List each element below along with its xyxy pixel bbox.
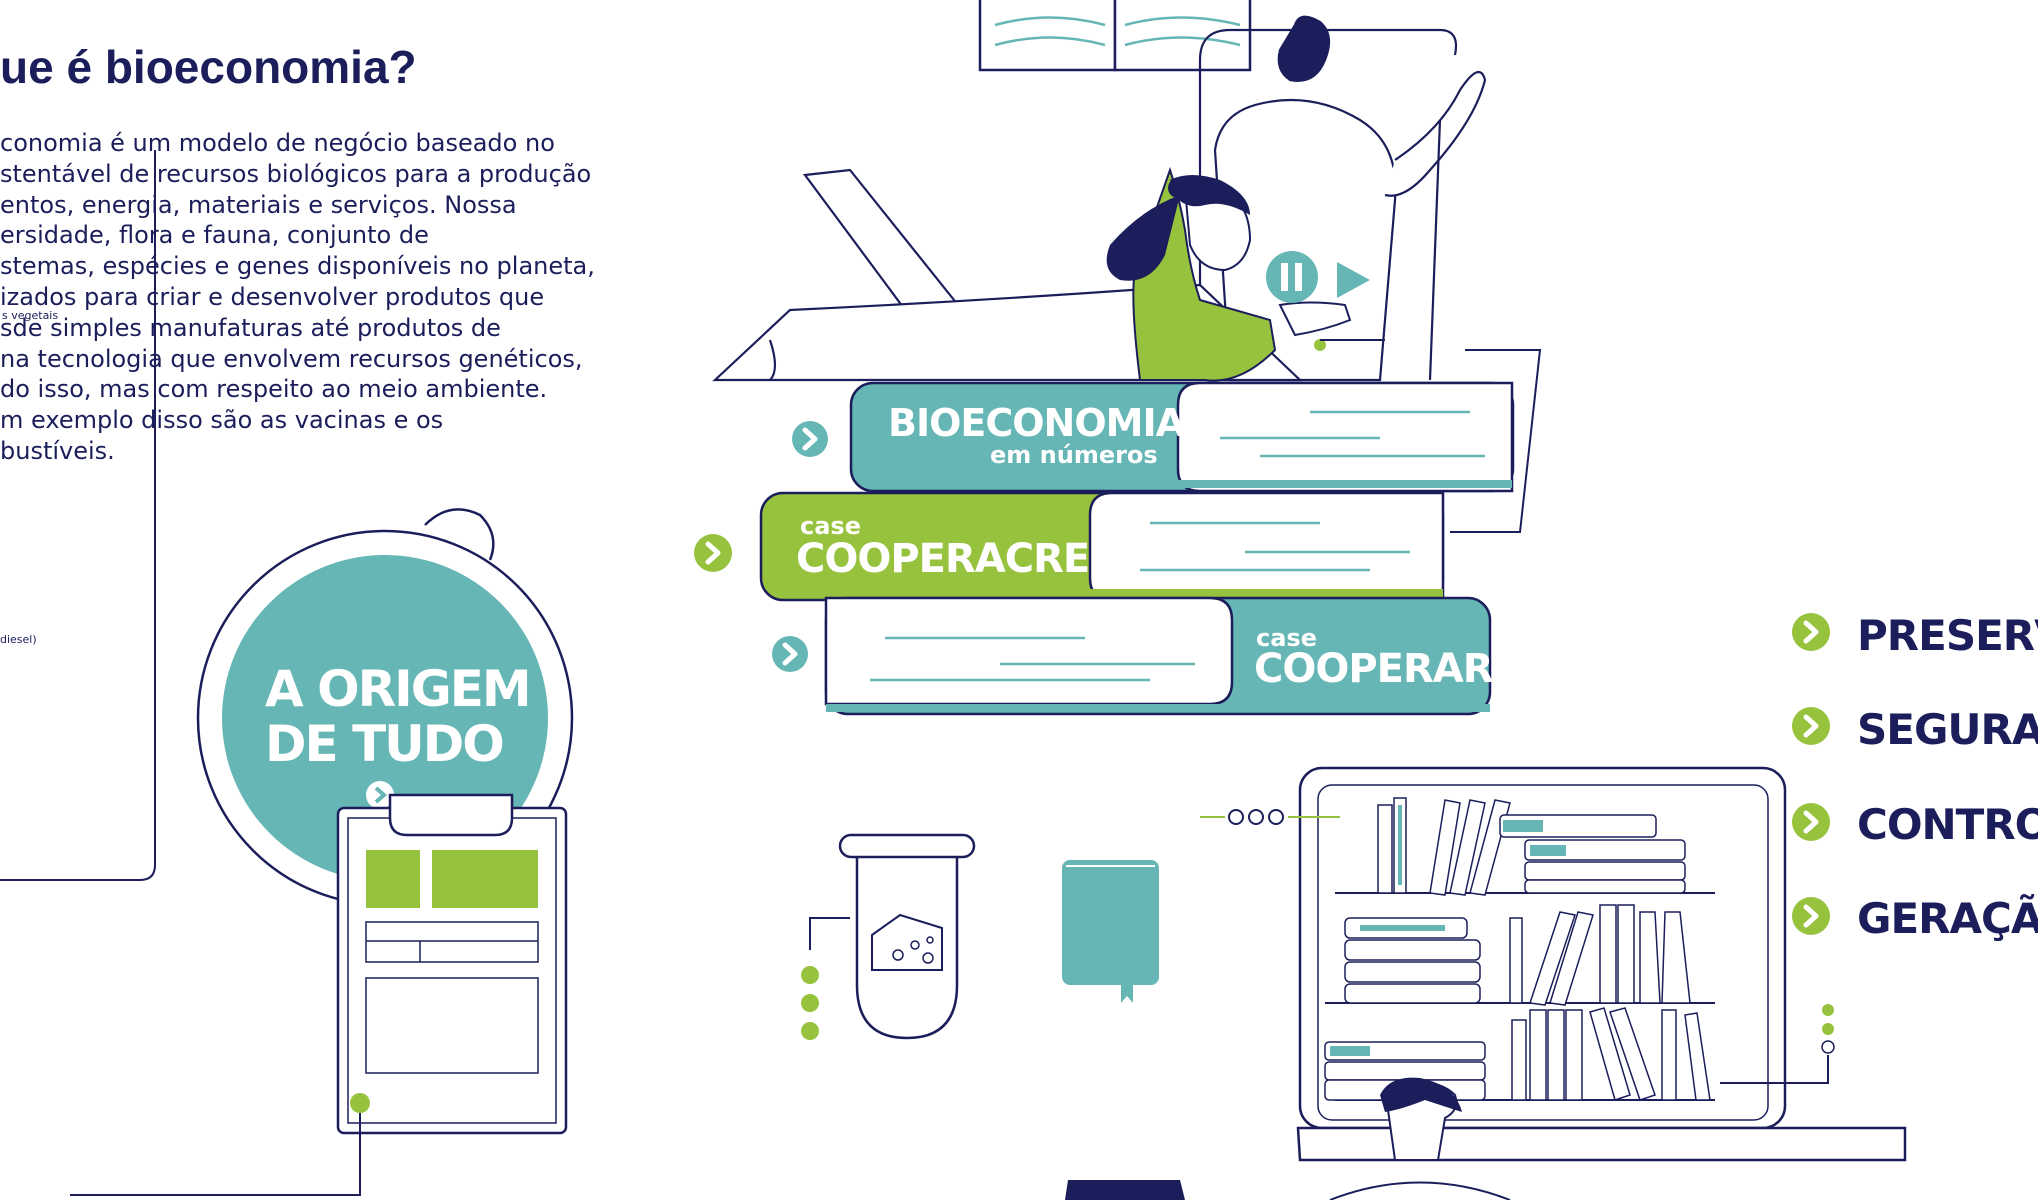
chevron-right-icon[interactable] — [1792, 803, 1830, 841]
intro-line: sde simples manufaturas até produtos de — [0, 313, 501, 342]
book-cooperacre-title[interactable]: COOPERACRE — [796, 536, 1090, 582]
intro-line: do isso, mas com respeito ao meio ambien… — [0, 375, 548, 404]
tiny-note: s vegetais — [2, 309, 59, 322]
intro-line: entos, energia, materiais e serviços. No… — [0, 190, 517, 219]
intro-line: izados para criar e desenvolver produtos… — [0, 282, 545, 311]
intro-line: na tecnologia que envolvem recursos gené… — [0, 344, 583, 373]
page-title: ue é bioeconomia? — [0, 41, 417, 93]
book-cooperar-title[interactable]: COOPERAR — [1254, 646, 1494, 692]
chevron-right-icon[interactable] — [1792, 613, 1830, 651]
topic-link[interactable]: PRESERVA — [1857, 611, 2038, 660]
chevron-right-icon[interactable] — [772, 636, 808, 672]
intro-line: bustíveis. — [0, 436, 115, 465]
book-bioeconomia-subtitle[interactable]: em números — [990, 441, 1158, 469]
chevron-right-icon[interactable] — [1792, 897, 1830, 935]
tiny-note: diesel) — [0, 633, 37, 646]
clipboard-icon — [336, 793, 568, 1135]
pause-icon[interactable] — [1266, 251, 1318, 303]
origem-title-line1[interactable]: A ORIGEM — [265, 662, 532, 717]
dark-block — [1065, 1180, 1185, 1200]
book-icon — [1062, 860, 1159, 1003]
test-tube-icon — [801, 833, 976, 1040]
topic-link[interactable]: CONTROL — [1857, 800, 2038, 849]
intro-line: ersidade, flora e fauna, conjunto de — [0, 221, 429, 250]
origem-title-line2[interactable]: DE TUDO — [265, 717, 505, 772]
chevron-right-icon[interactable] — [694, 534, 732, 572]
intro-line: conomia é um modelo de negócio baseado n… — [0, 129, 555, 157]
intro-line: m exemplo disso são as vacinas e os — [0, 406, 444, 435]
topic-link[interactable]: GERAÇÃO — [1857, 894, 2038, 943]
chevron-right-icon[interactable] — [1792, 707, 1830, 745]
connector-line — [70, 1113, 361, 1196]
intro-line: stentável de recursos biológicos para a … — [0, 159, 592, 188]
topic-link[interactable]: SEGURAN — [1857, 705, 2038, 754]
chevron-right-icon[interactable] — [792, 421, 828, 457]
book-bioeconomia-title[interactable]: BIOECONOMIA — [888, 401, 1185, 445]
intro-line: stemas, espécies e genes disponíveis no … — [0, 252, 595, 281]
intro-paragraph: conomia é um modelo de negócio baseado n… — [0, 128, 600, 467]
